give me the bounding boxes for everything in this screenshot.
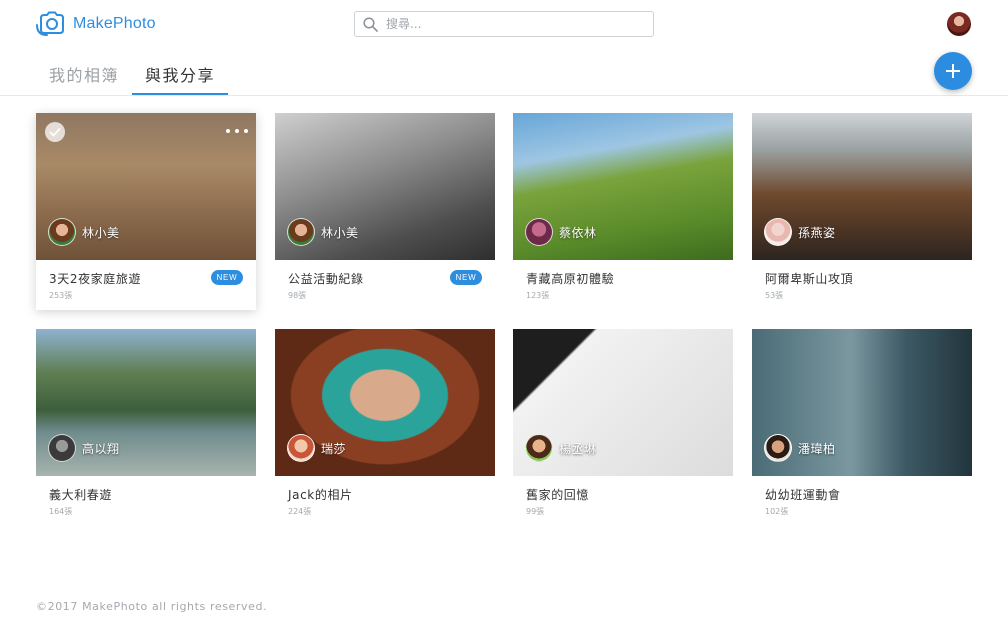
search-box[interactable]: [354, 11, 654, 37]
user-avatar[interactable]: [947, 12, 971, 36]
select-check-icon[interactable]: [45, 122, 65, 142]
album-photo-count: 53張: [765, 291, 784, 300]
owner-avatar: [287, 434, 315, 462]
owner-name: 瑞莎: [321, 441, 347, 456]
album-photo-count: 123張: [526, 291, 550, 300]
more-options-icon[interactable]: [226, 125, 248, 137]
album-photo-count: 102張: [765, 507, 789, 516]
owner-avatar: [287, 218, 315, 246]
album-owner: 潘瑋柏: [764, 434, 836, 462]
app-name: MakePhoto: [73, 15, 156, 32]
new-badge: NEW: [211, 270, 243, 285]
album-owner: 孫燕姿: [764, 218, 836, 246]
app-logo[interactable]: MakePhoto: [35, 11, 156, 37]
album-title: 義大利春遊: [49, 488, 113, 502]
album-owner: 高以翔: [48, 434, 120, 462]
camera-icon: [36, 11, 64, 36]
album-owner: 瑞莎: [287, 434, 346, 462]
album-card[interactable]: 蔡依林 青藏高原初體驗 123張: [513, 113, 733, 310]
album-photo-count: 253張: [49, 291, 73, 300]
owner-avatar: [764, 434, 792, 462]
album-title: 公益活動紀錄: [288, 272, 364, 286]
search-icon: [363, 16, 378, 32]
album-title: 幼幼班運動會: [765, 488, 841, 502]
album-title: 舊家的回憶: [526, 488, 590, 502]
owner-avatar: [525, 218, 553, 246]
album-card[interactable]: 高以翔 義大利春遊 164張: [36, 329, 256, 526]
album-title: 青藏高原初體驗: [526, 272, 615, 286]
album-title: Jack的相片: [288, 488, 353, 502]
add-album-button[interactable]: [934, 52, 972, 90]
tab-shared-with-me[interactable]: 與我分享: [132, 52, 229, 95]
album-card[interactable]: 楊丞琳 舊家的回憶 99張: [513, 329, 733, 526]
owner-avatar: [764, 218, 792, 246]
owner-name: 林小美: [82, 225, 120, 240]
owner-name: 蔡依林: [559, 225, 597, 240]
tabs-divider: [0, 95, 1008, 96]
tab-my-albums[interactable]: 我的相簿: [36, 52, 132, 95]
owner-avatar: [48, 218, 76, 246]
owner-name: 潘瑋柏: [798, 441, 836, 456]
album-photo-count: 98張: [288, 291, 307, 300]
album-tabs: 我的相簿 與我分享: [36, 52, 229, 95]
new-badge: NEW: [450, 270, 482, 285]
album-photo-count: 164張: [49, 507, 73, 516]
album-card[interactable]: 孫燕姿 阿爾卑斯山攻頂 53張: [752, 113, 972, 310]
album-card[interactable]: 瑞莎 Jack的相片 224張: [275, 329, 495, 526]
owner-name: 孫燕姿: [798, 225, 836, 240]
copyright-footer: ©2017 MakePhoto all rights reserved.: [36, 600, 268, 613]
album-photo-count: 224張: [288, 507, 312, 516]
album-photo-count: 99張: [526, 507, 545, 516]
album-title: 阿爾卑斯山攻頂: [765, 272, 854, 286]
album-owner: 林小美: [287, 218, 359, 246]
plus-icon: [946, 64, 960, 78]
album-owner: 林小美: [48, 218, 120, 246]
search-input[interactable]: [386, 17, 626, 31]
album-owner: 楊丞琳: [525, 434, 597, 462]
owner-avatar: [525, 434, 553, 462]
owner-name: 林小美: [321, 225, 359, 240]
album-card[interactable]: 林小美 公益活動紀錄 NEW 98張: [275, 113, 495, 310]
owner-name: 楊丞琳: [559, 441, 597, 456]
album-card[interactable]: 林小美 3天2夜家庭旅遊 NEW 253張: [36, 113, 256, 310]
album-title: 3天2夜家庭旅遊: [49, 272, 142, 286]
album-owner: 蔡依林: [525, 218, 597, 246]
owner-name: 高以翔: [82, 441, 120, 456]
owner-avatar: [48, 434, 76, 462]
album-card[interactable]: 潘瑋柏 幼幼班運動會 102張: [752, 329, 972, 526]
